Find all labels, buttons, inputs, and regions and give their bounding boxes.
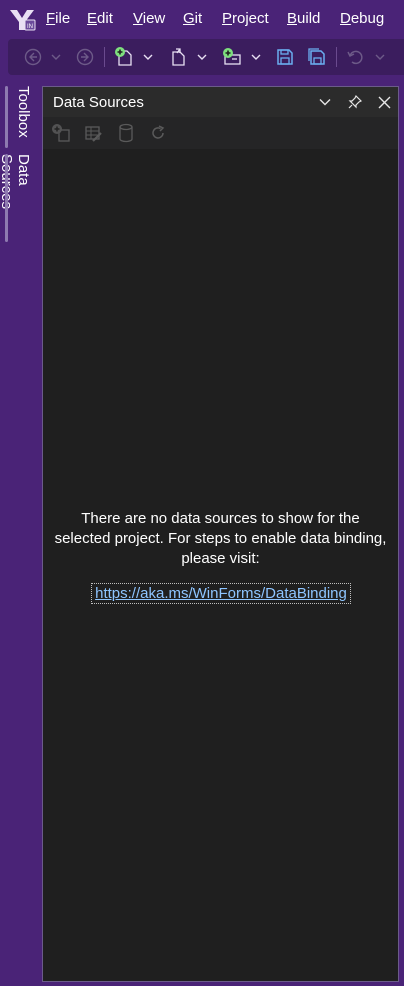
- menu-edit[interactable]: Edit: [87, 10, 113, 27]
- navigate-forward-icon[interactable]: [74, 45, 96, 69]
- panel-toolbar: [43, 117, 398, 149]
- save-icon[interactable]: [274, 45, 296, 69]
- toolbar-separator: [104, 47, 105, 67]
- standard-toolbar: [8, 39, 404, 75]
- menu-view[interactable]: View: [133, 10, 165, 27]
- open-file-icon[interactable]: [166, 45, 190, 69]
- chevron-down-icon[interactable]: [372, 45, 388, 69]
- tab-indicator: [5, 154, 8, 242]
- configure-database-icon[interactable]: [116, 123, 136, 143]
- visual-studio-logo-icon[interactable]: IN: [8, 6, 36, 32]
- tab-data-sources[interactable]: Data Sources: [0, 154, 32, 242]
- close-icon[interactable]: [374, 92, 394, 112]
- toolbar-separator: [336, 47, 337, 67]
- data-sources-panel: Data Sources There are no data sources t…: [42, 86, 399, 982]
- navigate-back-icon[interactable]: [22, 45, 44, 69]
- chevron-down-icon[interactable]: [48, 45, 64, 69]
- undo-icon[interactable]: [344, 45, 366, 69]
- menu-project[interactable]: Project: [222, 10, 269, 27]
- panel-title: Data Sources: [53, 94, 144, 111]
- save-all-icon[interactable]: [306, 45, 328, 69]
- side-tab-strip: Toolbox Data Sources: [0, 80, 40, 986]
- menu-debug[interactable]: Debug: [340, 10, 384, 27]
- menu-bar: IN File Edit View Git Project Build Debu…: [0, 0, 404, 38]
- add-data-source-icon[interactable]: [51, 123, 71, 143]
- edit-dataset-icon[interactable]: [83, 123, 103, 143]
- empty-state-message: There are no data sources to show for th…: [54, 510, 387, 567]
- menu-git[interactable]: Git: [183, 10, 202, 27]
- svg-text:IN: IN: [27, 24, 33, 30]
- panel-header: Data Sources: [43, 87, 398, 117]
- tab-toolbox-label: Toolbox: [15, 86, 32, 138]
- databinding-help-link[interactable]: https://aka.ms/WinForms/DataBinding: [91, 583, 351, 604]
- pin-icon[interactable]: [345, 92, 365, 112]
- chevron-down-icon[interactable]: [194, 45, 210, 69]
- chevron-down-icon[interactable]: [248, 45, 264, 69]
- menu-file[interactable]: File: [46, 10, 70, 27]
- window-position-chevron-down-icon[interactable]: [315, 92, 335, 112]
- tab-toolbox[interactable]: Toolbox: [5, 86, 32, 148]
- add-item-icon[interactable]: [220, 45, 244, 69]
- tab-indicator: [5, 86, 8, 148]
- refresh-icon[interactable]: [148, 123, 168, 143]
- menu-build[interactable]: Build: [287, 10, 320, 27]
- chevron-down-icon[interactable]: [140, 45, 156, 69]
- new-project-icon[interactable]: [112, 45, 136, 69]
